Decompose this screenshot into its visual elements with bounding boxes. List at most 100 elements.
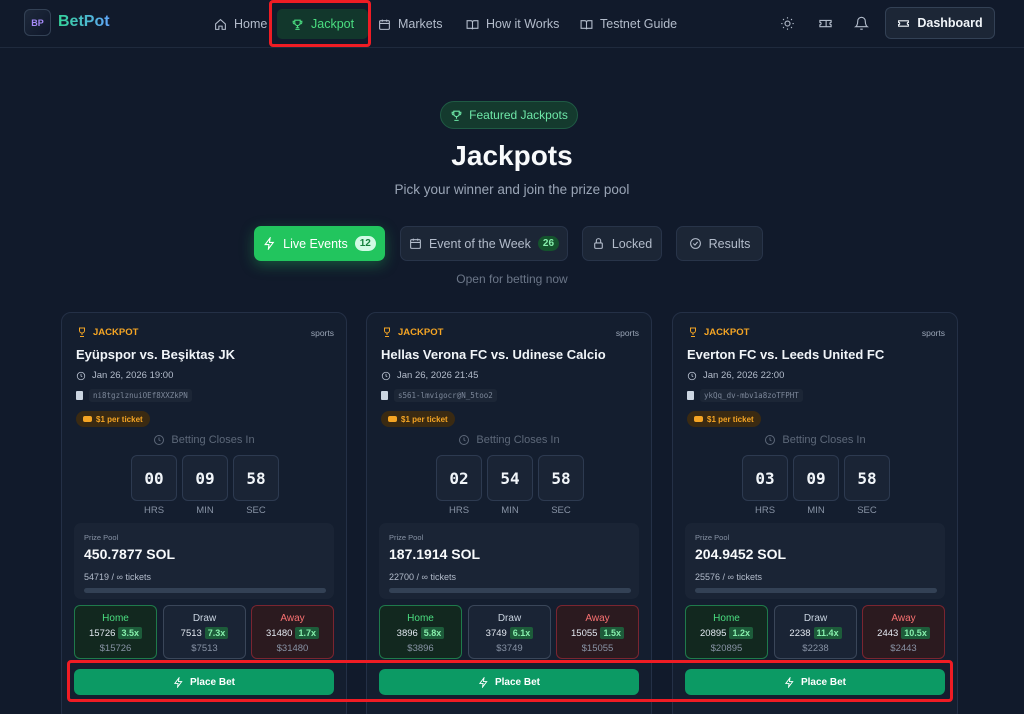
prize-pool-label: Prize Pool: [389, 533, 424, 542]
tab-live-events-label: Live Events: [283, 236, 348, 251]
option-home-amount: $20895: [710, 643, 743, 654]
nav-home[interactable]: Home: [206, 9, 275, 39]
tab-event-of-the-week[interactable]: Event of the Week 26: [400, 226, 568, 261]
tickets-button[interactable]: [816, 14, 834, 32]
option-draw-stats: 2238 11.4x: [775, 627, 856, 639]
option-away[interactable]: Away 15055 1.5x $15055: [556, 605, 639, 659]
match-date-text: Jan 26, 2026 19:00: [92, 370, 174, 381]
timer-hours-label: HRS: [143, 505, 165, 516]
match-date-text: Jan 26, 2026 22:00: [703, 370, 785, 381]
match-date: Jan 26, 2026 21:45: [381, 370, 478, 381]
option-draw[interactable]: Draw 3749 6.1x $3749: [468, 605, 551, 659]
tab-live-events-count: 12: [354, 236, 376, 251]
category-label: sports: [921, 328, 945, 338]
option-home-count: 3896: [396, 627, 418, 639]
dashboard-button[interactable]: Dashboard: [885, 7, 995, 39]
lock-icon: [594, 238, 603, 249]
document-icon: [76, 391, 83, 400]
option-away-odds: 10.5x: [901, 627, 930, 639]
nav-markets[interactable]: Markets: [370, 9, 450, 39]
option-away[interactable]: Away 2443 10.5x $2443: [862, 605, 945, 659]
brand-name[interactable]: BetPot: [58, 13, 110, 31]
option-draw[interactable]: Draw 7513 7.3x $7513: [163, 605, 246, 659]
ticket-price-text: $1 per ticket: [96, 414, 143, 424]
tickets-count: 22700 / ∞ tickets: [389, 572, 456, 582]
timer-minutes: 09: [793, 455, 839, 501]
betting-closes-text: Betting Closes In: [171, 434, 255, 446]
tab-event-of-the-week-count: 26: [537, 236, 560, 251]
nav-testnet-guide[interactable]: Testnet Guide: [572, 9, 685, 39]
trophy-icon: [384, 327, 390, 337]
option-home[interactable]: Home 3896 5.8x $3896: [379, 605, 462, 659]
option-draw-odds: 6.1x: [509, 627, 534, 639]
document-icon: [687, 391, 694, 400]
ticket-price-text: $1 per ticket: [401, 414, 448, 424]
jackpot-tag-label: JACKPOT: [704, 326, 750, 338]
option-away-stats: 31480 1.7x: [252, 627, 333, 639]
ticket-icon: [818, 19, 832, 27]
logo[interactable]: BP: [24, 9, 51, 36]
match-date: Jan 26, 2026 19:00: [76, 370, 173, 381]
trophy-icon: [690, 327, 696, 337]
dashboard-label: Dashboard: [917, 16, 983, 30]
option-draw-amount: $7513: [191, 643, 218, 654]
prize-pool-label: Prize Pool: [84, 533, 119, 542]
ticket-icon: [898, 19, 910, 27]
timer-minutes-label: MIN: [807, 505, 825, 516]
prize-pool-value: 204.9452 SOL: [695, 546, 787, 562]
option-draw-odds: 11.4x: [813, 627, 842, 639]
event-hash-code[interactable]: ykQq_dv-mbv1a8zoTFPHT: [700, 389, 803, 402]
event-hash: ykQq_dv-mbv1a8zoTFPHT: [687, 389, 803, 402]
ticket-icon: [83, 416, 92, 422]
event-hash-code[interactable]: s561-lmvigocr@N_5too2: [394, 389, 497, 402]
clock-icon: [765, 435, 776, 445]
prize-pool-value: 450.7877 SOL: [84, 546, 176, 562]
option-away[interactable]: Away 31480 1.7x $31480: [251, 605, 334, 659]
timer-hours: 02: [436, 455, 482, 501]
option-away-label: Away: [891, 613, 916, 624]
lightning-icon: [173, 676, 183, 688]
jackpot-tag: JACKPOT: [381, 326, 443, 338]
jackpot-card: JACKPOT sports Hellas Verona FC vs. Udin…: [366, 312, 652, 714]
tab-locked[interactable]: Locked: [582, 226, 662, 261]
category-label: sports: [310, 328, 334, 338]
tab-results-label: Results: [708, 236, 751, 251]
nav-markets-label: Markets: [398, 17, 443, 31]
option-draw[interactable]: Draw 2238 11.4x $2238: [774, 605, 857, 659]
nav-how-it-works[interactable]: How it Works: [458, 9, 567, 39]
tab-locked-label: Locked: [611, 236, 653, 251]
option-home-label: Home: [407, 613, 434, 624]
option-draw-count: 7513: [180, 627, 202, 639]
place-bet-label: Place Bet: [494, 676, 541, 688]
tickets-count: 54719 / ∞ tickets: [84, 572, 151, 582]
place-bet-button[interactable]: Place Bet: [379, 669, 639, 695]
ticket-icon: [694, 416, 703, 422]
nav-jackpot[interactable]: Jackpot: [277, 9, 369, 39]
notifications-button[interactable]: [852, 14, 870, 32]
option-home-label: Home: [713, 613, 740, 624]
top-nav: BP BetPot Home Jackpot Markets How it Wo…: [0, 0, 1024, 48]
place-bet-label: Place Bet: [189, 676, 236, 688]
option-home[interactable]: Home 20895 1.2x $20895: [685, 605, 768, 659]
place-bet-button[interactable]: Place Bet: [74, 669, 334, 695]
timer-minutes-label: MIN: [196, 505, 214, 516]
option-home-count: 15726: [89, 627, 116, 639]
tab-hint: Open for betting now: [456, 272, 568, 286]
clock-icon: [154, 435, 165, 445]
trophy-icon: [79, 327, 85, 337]
tab-results[interactable]: Results: [676, 226, 763, 261]
option-draw-label: Draw: [803, 613, 828, 624]
trophy-icon: [292, 19, 303, 30]
tab-live-events[interactable]: Live Events 12: [254, 226, 385, 261]
theme-toggle-button[interactable]: [778, 14, 796, 32]
option-home[interactable]: Home 15726 3.5x $15726: [74, 605, 157, 659]
betting-closes-text: Betting Closes In: [782, 434, 866, 446]
prize-pool: Prize Pool 450.7877 SOL 54719 / ∞ ticket…: [74, 523, 334, 599]
timer-hours: 00: [131, 455, 177, 501]
event-hash-code[interactable]: ni8tgzlznuiOEf8XXZkPN: [89, 389, 192, 402]
book-icon: [466, 19, 479, 29]
place-bet-button[interactable]: Place Bet: [685, 669, 945, 695]
ticket-price-badge: $1 per ticket: [381, 411, 455, 427]
option-away-label: Away: [585, 613, 610, 624]
timer-seconds-label: SEC: [857, 505, 877, 516]
